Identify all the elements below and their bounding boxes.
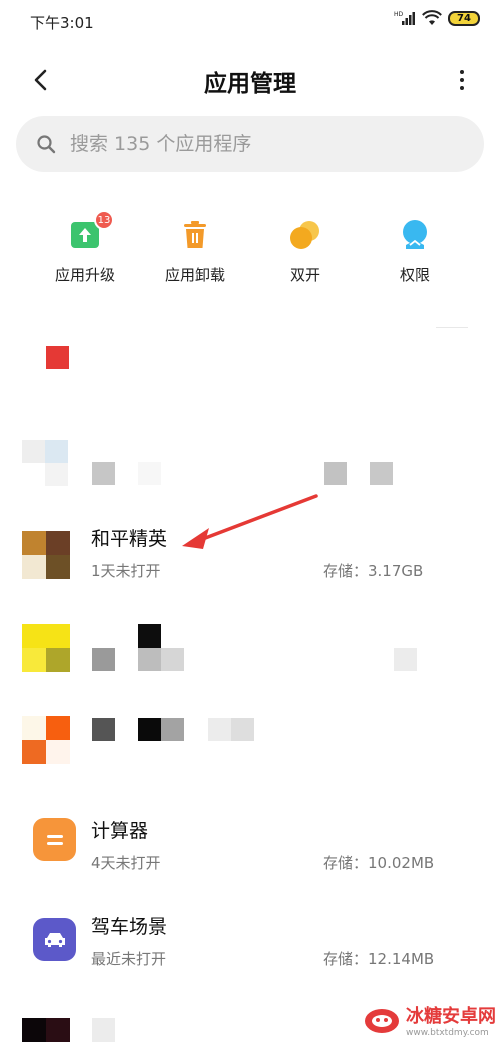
app-name: 和平精英 [91,528,168,550]
censored-text [138,718,161,741]
censored-text [231,718,254,741]
censored-app-icon [22,648,46,672]
app-storage: 存储：3.17GB [323,562,424,580]
quick-action-upgrade[interactable]: 13 应用升级 [30,210,140,288]
watermark-title: 冰糖安卓网 [406,1006,496,1027]
quick-action-label: 应用升级 [54,266,115,284]
censored-text [138,462,161,485]
game-app-icon [22,531,70,579]
censored-app-icon [22,740,46,764]
censored-text [370,462,393,485]
signal-icon: HD [394,10,416,26]
censored-app-icon [46,1018,70,1042]
censored-app-icon [46,740,70,764]
censored-app-row[interactable] [0,430,500,500]
search-input[interactable] [70,133,430,155]
wifi-icon [422,10,442,26]
app-storage: 存储：10.02MB [323,854,435,872]
censored-app-icon [45,440,68,463]
update-count-badge: 13 [94,210,114,230]
status-bar: 下午3:01 HD 74 [0,0,500,44]
more-dot [460,78,464,82]
watermark-url: www.btxtdmy.com [406,1028,489,1038]
censored-text [138,624,161,648]
app-row[interactable]: 和平精英 1天未打开 存储：3.17GB [0,520,500,610]
equals-glyph [46,834,63,845]
censored-text [92,648,115,671]
dual-app-icon [288,218,322,252]
censored-text [92,718,115,741]
status-time: 下午3:01 [30,14,94,32]
page-title: 应用管理 [204,71,296,97]
censored-text [138,648,161,671]
status-icons: HD 74 [394,10,480,26]
car-glyph [44,932,65,947]
app-name: 计算器 [91,820,149,842]
censored-app-row[interactable] [0,620,500,680]
censored-app-icon [22,716,46,740]
censored-app-row[interactable] [0,716,500,776]
calculator-icon [33,818,76,861]
permission-icon [398,218,432,252]
quick-action-dual-app[interactable]: 双开 [250,218,360,288]
search-icon [37,135,56,154]
censored-app-icon [46,648,70,672]
censored-app-icon [46,624,70,648]
quick-action-permissions[interactable]: 权限 [360,218,470,288]
upgrade-icon: 13 [68,210,114,252]
search-bar[interactable] [16,116,484,172]
censored-app-icon[interactable] [46,346,69,369]
car-icon [33,918,76,961]
trash-icon [178,218,212,252]
censored-text [324,462,347,485]
app-row[interactable]: 驾车场景 最近未打开 存储：12.14MB [0,908,500,998]
quick-action-label: 双开 [289,266,320,284]
app-last-opened: 1天未打开 [91,562,161,580]
censored-text [92,1018,115,1042]
app-storage: 存储：12.14MB [323,950,435,968]
app-last-opened: 最近未打开 [91,950,167,968]
divider [436,327,468,328]
censored-text [161,648,184,671]
censored-text [92,462,115,485]
more-dot [460,70,464,74]
svg-text:HD: HD [394,11,404,18]
censored-app-icon [22,1018,46,1042]
censored-text [161,718,184,741]
quick-action-label: 权限 [399,266,430,284]
censored-app-icon [22,440,45,463]
site-watermark: 冰糖安卓网 www.btxtdmy.com [362,1002,496,1038]
censored-app-icon [22,624,46,648]
watermark-logo [365,1009,399,1033]
top-bar: 应用管理 [0,56,500,102]
censored-app-icon [46,716,70,740]
censored-text [208,718,231,741]
more-options-button[interactable] [452,64,472,96]
censored-app-icon [45,463,68,486]
quick-action-uninstall[interactable]: 应用卸载 [140,218,250,288]
quick-actions: 13 应用升级 应用卸载 双开 权限 [30,210,470,288]
quick-action-label: 应用卸载 [164,266,225,284]
app-name: 驾车场景 [91,916,168,938]
censored-text [394,648,417,671]
battery-icon: 74 [448,10,480,26]
app-last-opened: 4天未打开 [91,854,161,872]
more-dot [460,86,464,90]
app-row[interactable]: 计算器 4天未打开 存储：10.02MB [0,812,500,902]
